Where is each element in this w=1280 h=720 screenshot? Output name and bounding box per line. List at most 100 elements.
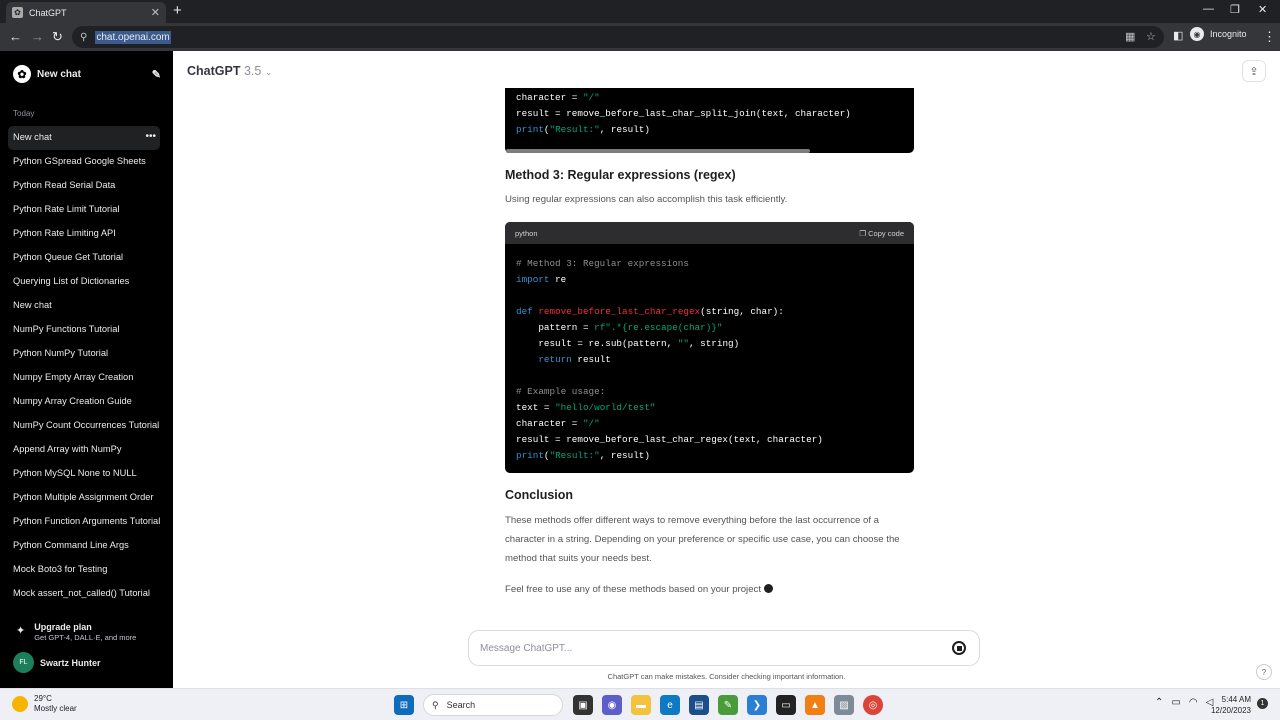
chat-history-item[interactable]: Python Rate Limiting API xyxy=(8,222,160,246)
back-icon[interactable]: ← xyxy=(9,29,22,44)
streaming-cursor xyxy=(764,584,773,593)
close-tab-icon[interactable]: ✕ xyxy=(151,6,160,19)
tab-title: ChatGPT xyxy=(29,7,67,18)
forward-icon[interactable]: → xyxy=(31,29,44,44)
model-selector[interactable]: ChatGPT 3.5 ⌄ xyxy=(187,64,272,78)
sparkle-icon: ✦ xyxy=(16,625,26,637)
conclusion-heading: Conclusion xyxy=(505,488,574,502)
url-text[interactable]: chat.openai.com xyxy=(95,30,171,44)
method3-heading: Method 3: Regular expressions (regex) xyxy=(505,168,736,182)
user-name: Swartz Hunter xyxy=(40,657,101,668)
close-window-icon[interactable]: ✕ xyxy=(1258,3,1267,16)
chat-title: New chat xyxy=(13,132,52,142)
chrome-icon[interactable]: ◎ xyxy=(863,695,883,715)
openai-logo-icon: ✿ xyxy=(13,65,31,83)
chat-history-item[interactable]: Python Read Serial Data xyxy=(8,174,160,198)
vlc-icon[interactable]: ▲ xyxy=(805,695,825,715)
side-panel-icon[interactable]: ◧ xyxy=(1173,29,1183,42)
browser-tab-strip: ✿ ChatGPT ✕ + — ❐ ✕ xyxy=(0,0,1280,23)
weather-widget[interactable]: 29°C Mostly clear xyxy=(12,694,77,714)
disclaimer: ChatGPT can make mistakes. Consider chec… xyxy=(607,672,846,681)
clock-date: 12/20/2023 xyxy=(1210,706,1251,715)
chat-history-item[interactable]: Numpy Array Creation Guide xyxy=(8,390,160,414)
restore-icon[interactable]: ❐ xyxy=(1230,3,1240,16)
chat-history-item[interactable]: Python Rate Limit Tutorial xyxy=(8,198,160,222)
share-button[interactable]: ⇪ xyxy=(1242,60,1266,82)
chat-history-item[interactable]: Querying List of Dictionaries xyxy=(8,270,160,294)
chat-history-item[interactable]: Python MySQL None to NULL xyxy=(8,462,160,486)
clock[interactable]: 5:44 AM 12/20/2023 xyxy=(1209,694,1251,716)
notepad-icon[interactable]: ✎ xyxy=(718,695,738,715)
browser-toolbar: ← → ↻ ⚲ chat.openai.com ▦ ☆ ◧ ◉ Incognit… xyxy=(0,23,1280,51)
taskbar-search[interactable]: ⚲ Search xyxy=(423,694,563,716)
taskbar-apps: ⊞ ⚲ Search ▣ ◉ ▬ e ▤ ✎ ❯ ▭ ▲ ▨ ◎ xyxy=(394,694,892,716)
incognito-label: Incognito xyxy=(1210,29,1247,39)
upgrade-plan-button[interactable]: ✦ Upgrade plan Get GPT-4, DALL·E, and mo… xyxy=(16,622,136,642)
code-language: python xyxy=(515,228,538,238)
chat-history-item[interactable]: NumPy Functions Tutorial xyxy=(8,318,160,342)
network-icon[interactable]: ▭ xyxy=(1171,697,1180,708)
copy-code-label: Copy code xyxy=(868,228,904,238)
chevron-up-icon[interactable]: ⌃ xyxy=(1155,697,1163,708)
code-content: character = "/" result = remove_before_l… xyxy=(516,92,851,135)
model-name: ChatGPT xyxy=(187,64,241,78)
chat-history-item[interactable]: Python NumPy Tutorial xyxy=(8,342,160,366)
more-options-icon[interactable]: ••• xyxy=(145,126,156,148)
chat-history-item[interactable]: Python Command Line Args xyxy=(8,534,160,558)
reload-icon[interactable]: ↻ xyxy=(52,29,63,45)
incognito-indicator[interactable]: ◉ Incognito xyxy=(1190,27,1247,41)
stop-icon xyxy=(956,645,962,651)
wifi-icon[interactable]: ◠ xyxy=(1189,697,1198,708)
help-icon[interactable]: ? xyxy=(1256,664,1272,680)
new-tab-icon[interactable]: + xyxy=(173,2,182,19)
chat-app-icon[interactable]: ◉ xyxy=(602,695,622,715)
code-header: python ❐ Copy code xyxy=(505,222,914,244)
stop-generating-button[interactable] xyxy=(952,641,966,655)
address-bar[interactable]: ⚲ chat.openai.com ▦ ☆ xyxy=(72,26,1164,48)
edge-browser-icon[interactable]: e xyxy=(660,695,680,715)
chat-history-item[interactable]: Python GSpread Google Sheets xyxy=(8,150,160,174)
user-menu-button[interactable]: FL Swartz Hunter xyxy=(13,652,101,673)
bookmark-star-icon[interactable]: ☆ xyxy=(1146,30,1156,43)
chat-history-item[interactable]: Append Array with NumPy xyxy=(8,438,160,462)
vscode-icon[interactable]: ❯ xyxy=(747,695,767,715)
message-input[interactable]: Message ChatGPT... xyxy=(468,630,980,666)
browser-tab[interactable]: ✿ ChatGPT ✕ xyxy=(6,2,166,23)
chat-history-item[interactable]: NumPy Count Occurrences Tutorial xyxy=(8,414,160,438)
copy-code-button[interactable]: ❐ Copy code xyxy=(859,229,904,238)
chat-history-item[interactable]: Mock Boto3 for Testing xyxy=(8,558,160,582)
weather-condition: Mostly clear xyxy=(34,704,77,713)
avatar: FL xyxy=(13,652,34,673)
horizontal-scrollbar[interactable] xyxy=(506,149,810,153)
chat-history-item[interactable]: Numpy Empty Array Creation xyxy=(8,366,160,390)
final-text: Feel free to use any of these methods ba… xyxy=(505,584,761,595)
new-chat-label: New chat xyxy=(37,68,81,80)
weather-temp: 29°C xyxy=(34,694,52,703)
chat-history-item[interactable]: New chat ••• xyxy=(8,126,160,150)
image-app-icon[interactable]: ▨ xyxy=(834,695,854,715)
compose-icon[interactable]: ✎ xyxy=(152,68,161,81)
new-chat-button[interactable]: ✿ New chat ✎ xyxy=(13,65,161,83)
chat-history-list: New chat ••• Python GSpread Google Sheets… xyxy=(8,126,160,606)
windows-start-icon[interactable]: ⊞ xyxy=(394,695,414,715)
chat-history-item[interactable]: Python Function Arguments Tutorial xyxy=(8,510,160,534)
terminal-icon[interactable]: ▭ xyxy=(776,695,796,715)
task-view-icon[interactable]: ▣ xyxy=(573,695,593,715)
method3-paragraph: Using regular expressions can also accom… xyxy=(505,194,788,205)
notification-badge[interactable]: 1 xyxy=(1257,698,1268,709)
chat-history-item[interactable]: Mock assert_not_called() Tutorial xyxy=(8,582,160,606)
qr-code-icon[interactable]: ▦ xyxy=(1125,30,1135,43)
taskbar: 29°C Mostly clear ⊞ ⚲ Search ▣ ◉ ▬ e ▤ ✎ … xyxy=(0,688,1280,720)
file-explorer-icon[interactable]: ▬ xyxy=(631,695,651,715)
minimize-icon[interactable]: — xyxy=(1203,3,1214,15)
site-info-icon[interactable]: ⚲ xyxy=(80,32,87,43)
search-icon: ⚲ xyxy=(432,699,439,710)
chat-history-item[interactable]: Python Queue Get Tutorial xyxy=(8,246,160,270)
chat-history-item[interactable]: Python Multiple Assignment Order xyxy=(8,486,160,510)
clipboard-icon: ❐ xyxy=(859,228,867,238)
browser-menu-icon[interactable]: ⋮ xyxy=(1263,29,1276,45)
chevron-down-icon: ⌄ xyxy=(264,67,273,77)
chatgpt-favicon-icon: ✿ xyxy=(12,7,23,18)
chat-history-item[interactable]: New chat xyxy=(8,294,160,318)
store-icon[interactable]: ▤ xyxy=(689,695,709,715)
